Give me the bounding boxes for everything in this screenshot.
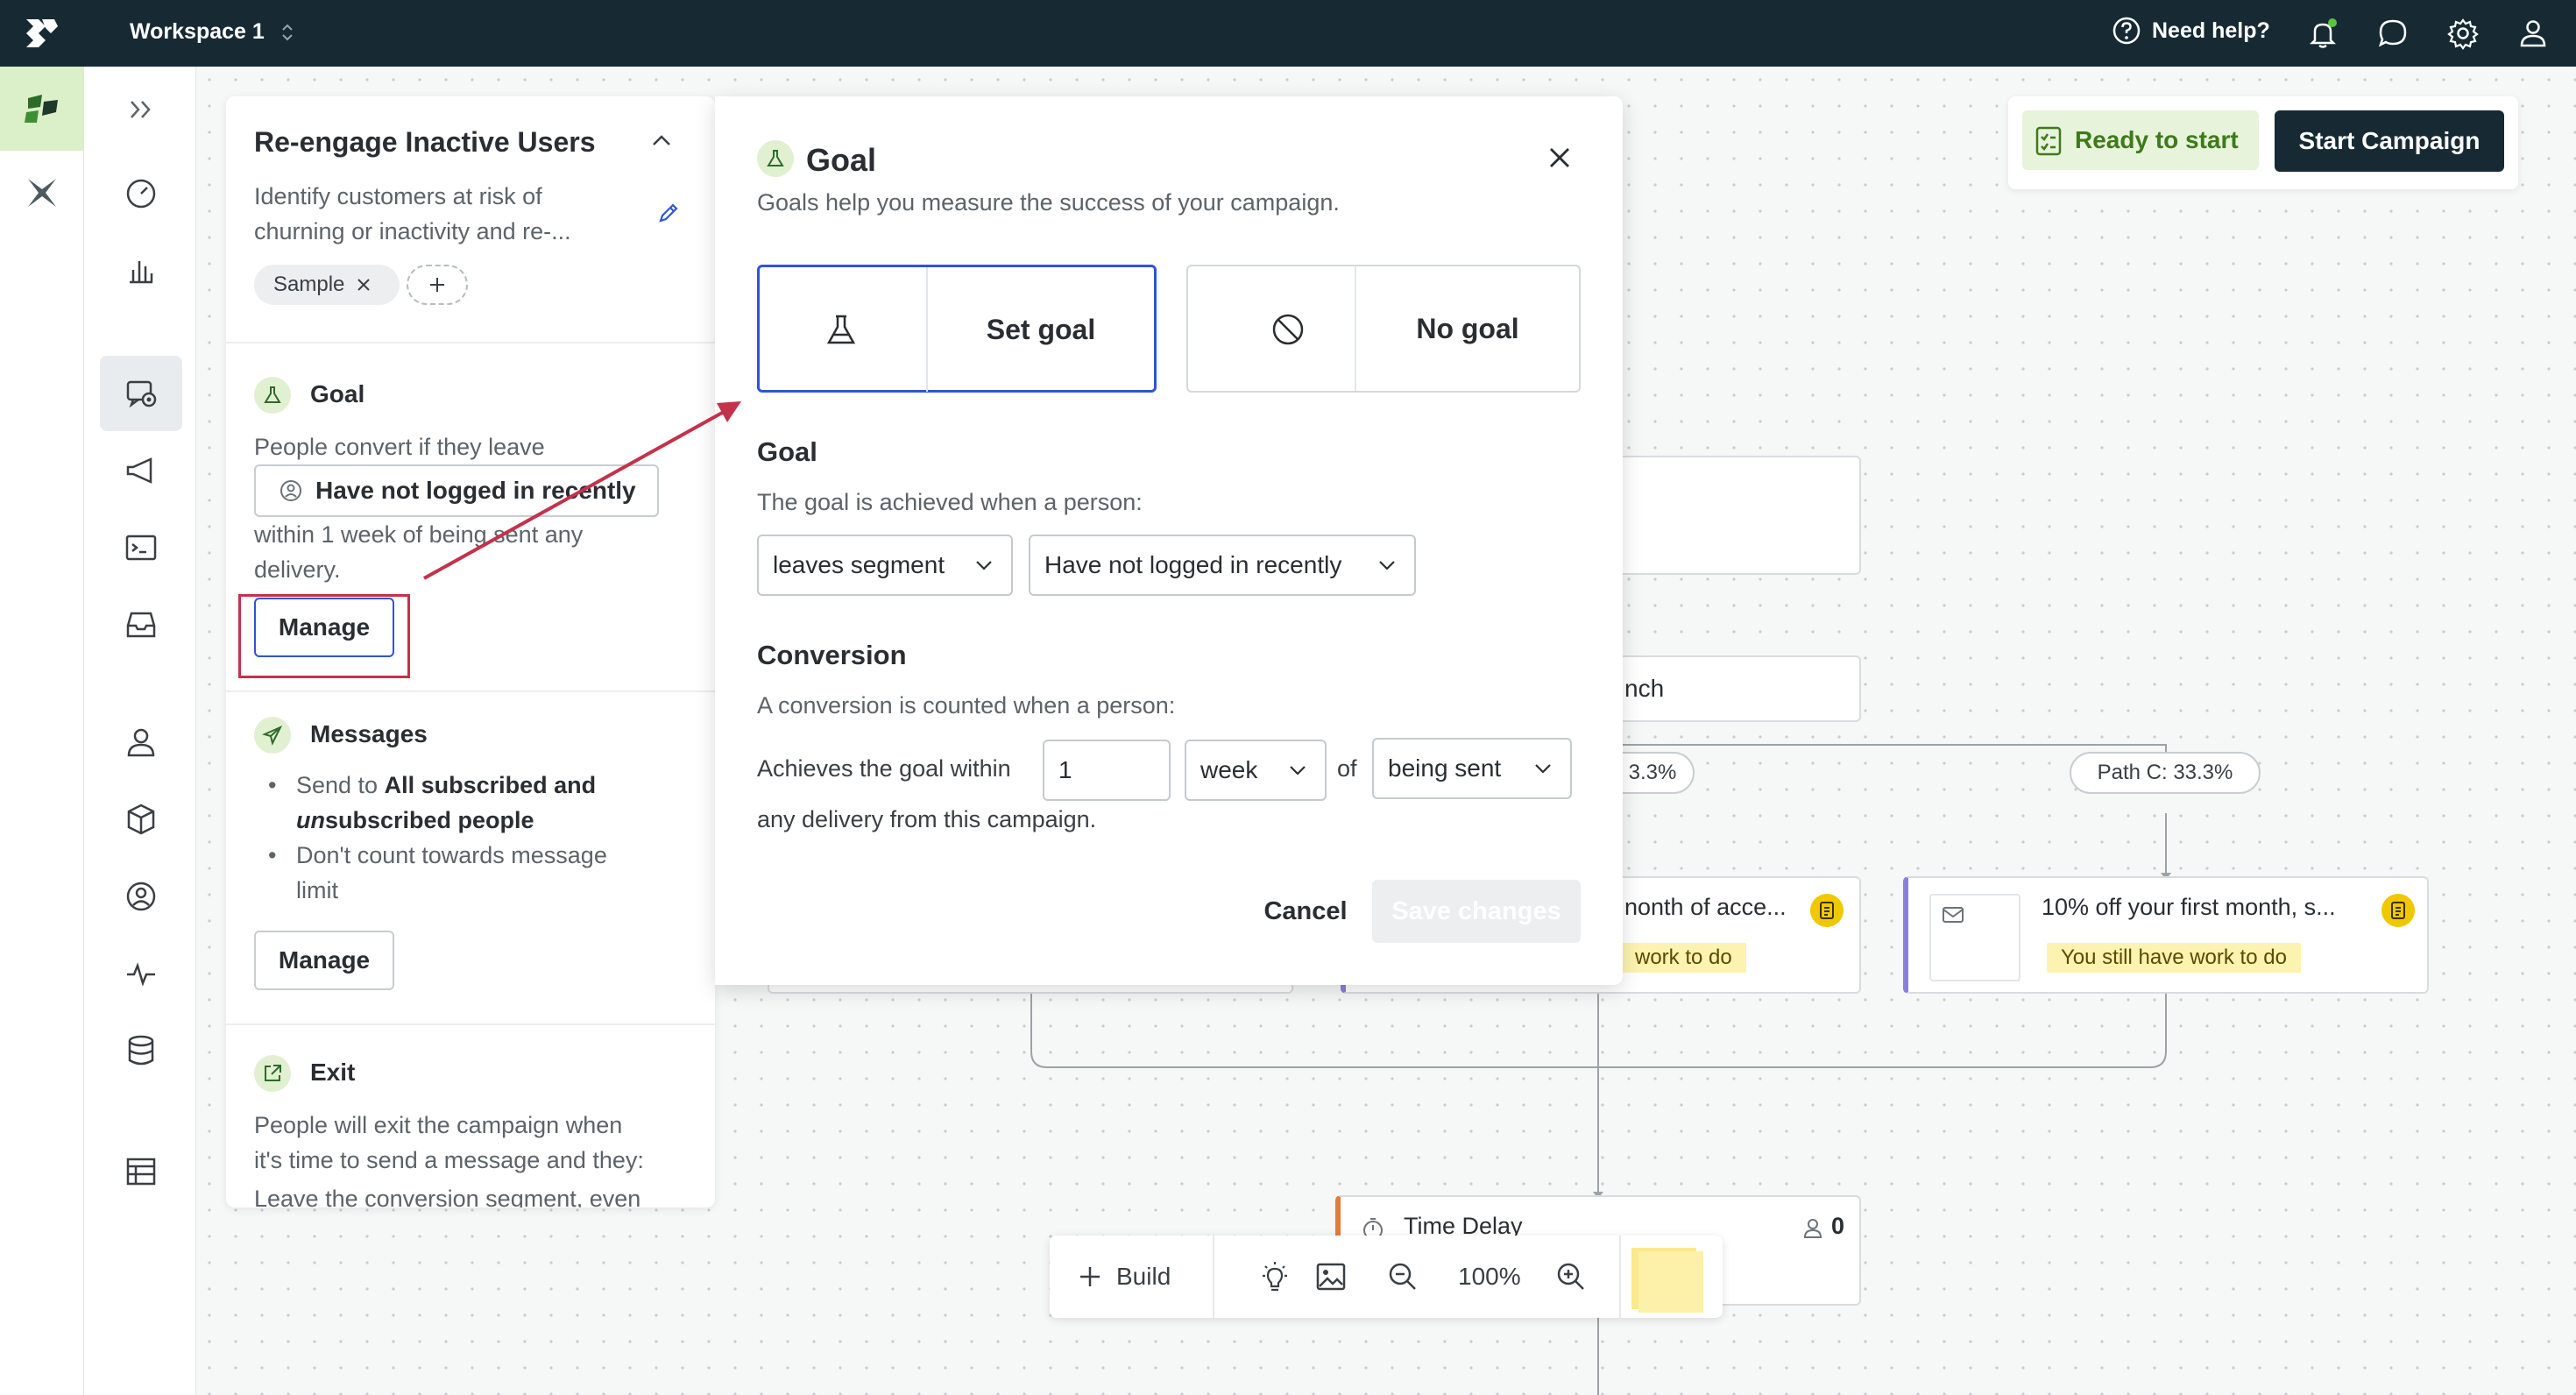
annotation-arrow (423, 401, 741, 580)
